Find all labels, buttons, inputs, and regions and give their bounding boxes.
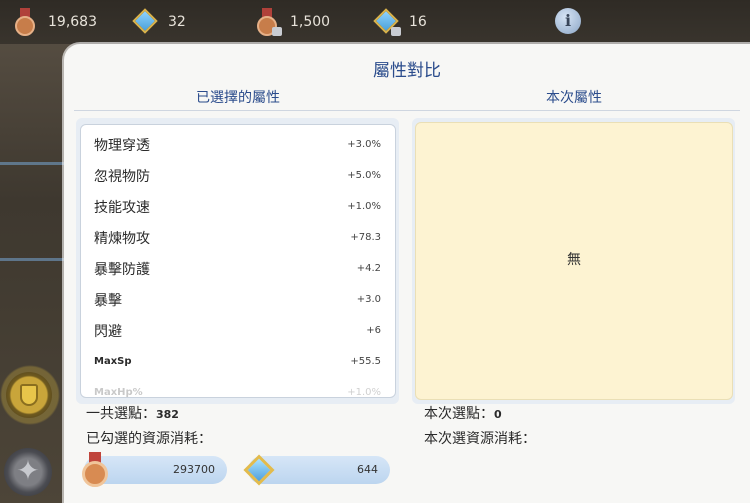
current-points-label: 本次選點： (424, 406, 494, 422)
current-attributes-header: 本次屬性 (546, 90, 602, 106)
attribute-row: MaxHp% +1.0% (81, 377, 395, 398)
checked-cost-label: 已勾選的資源消耗： (86, 431, 212, 447)
total-points-value: 382 (156, 408, 179, 421)
star-icon: ✦ (16, 454, 40, 487)
attribute-value: +6 (366, 325, 381, 336)
resource-value: 16 (409, 14, 427, 30)
gem-lock-icon (373, 8, 401, 36)
current-points: 本次選點：0 (424, 403, 502, 423)
attribute-row: 暴擊 +3.0 (81, 284, 395, 315)
attribute-name: 閃避 (94, 324, 122, 340)
header-divider (74, 110, 740, 111)
attribute-value: +1.0% (347, 201, 381, 212)
selected-attribute-list[interactable]: 物理穿透 +3.0% 忽視物防 +5.0% 技能攻速 +1.0% 精煉物攻 +7… (80, 124, 396, 398)
shield-icon (20, 384, 38, 406)
attribute-compare-dialog: 屬性對比 已選擇的屬性 本次屬性 物理穿透 +3.0% 忽視物防 +5.0% 技… (64, 44, 750, 503)
current-cost-label: 本次選資源消耗： (424, 431, 536, 447)
attribute-row: 忽視物防 +5.0% (81, 160, 395, 191)
attribute-name: MaxSp (94, 356, 132, 367)
resource-value: 32 (168, 14, 186, 30)
map-path-line (0, 162, 64, 165)
attribute-value: +4.2 (356, 263, 381, 274)
resource-bar: 19,683 32 1,500 16 i (0, 0, 750, 44)
attribute-name: 忽視物防 (94, 169, 150, 185)
gem-cost-pill: 644 (243, 454, 390, 486)
empty-placeholder: 無 (567, 252, 581, 268)
resource-medal-locked: 1,500 (254, 6, 330, 38)
star-button[interactable]: ✦ (4, 448, 52, 496)
medal-cost-amount: 293700 (173, 463, 215, 476)
attribute-name: MaxHp% (94, 387, 143, 398)
attribute-name: 技能攻速 (94, 200, 150, 216)
current-points-value: 0 (494, 408, 502, 421)
attribute-name: 暴擊 (94, 293, 122, 309)
dialog-title: 屬性對比 (373, 61, 441, 81)
attribute-row: MaxSp +55.5 (81, 346, 395, 377)
attribute-value: +3.0% (347, 139, 381, 150)
medal-cost-pill: 293700 (82, 452, 227, 487)
gem-icon (132, 8, 158, 36)
attribute-value: +78.3 (350, 232, 381, 243)
total-points: 一共選點：382 (86, 403, 179, 423)
attribute-value: +5.0% (347, 170, 381, 181)
attribute-row: 暴擊防護 +4.2 (81, 253, 395, 284)
resource-medal: 19,683 (12, 6, 97, 38)
map-path-line (0, 258, 64, 261)
resource-gem-locked: 16 (373, 6, 427, 38)
medal-icon (12, 8, 38, 36)
attribute-row: 閃避 +6 (81, 315, 395, 346)
resource-value: 1,500 (290, 14, 331, 30)
info-button[interactable]: i (555, 8, 581, 34)
medal-lock-icon (254, 8, 282, 36)
medal-icon (78, 451, 112, 489)
attribute-row: 精煉物攻 +78.3 (81, 222, 395, 253)
attribute-row: 物理穿透 +3.0% (81, 129, 395, 160)
current-attribute-panel: 無 (415, 122, 733, 400)
gem-icon (242, 451, 276, 489)
attribute-name: 物理穿透 (94, 138, 150, 154)
total-points-label: 一共選點： (86, 406, 156, 422)
attribute-value: +3.0 (356, 294, 381, 305)
resource-value: 19,683 (48, 14, 97, 30)
attribute-name: 暴擊防護 (94, 262, 150, 278)
attribute-value: +55.5 (350, 356, 381, 367)
attribute-row: 技能攻速 +1.0% (81, 191, 395, 222)
attribute-value: +1.0% (347, 387, 381, 398)
gem-cost-amount: 644 (357, 463, 378, 476)
resource-gem: 32 (132, 6, 186, 38)
shield-button[interactable] (6, 372, 52, 418)
attribute-name: 精煉物攻 (94, 231, 150, 247)
selected-attributes-header: 已選擇的屬性 (196, 90, 280, 106)
